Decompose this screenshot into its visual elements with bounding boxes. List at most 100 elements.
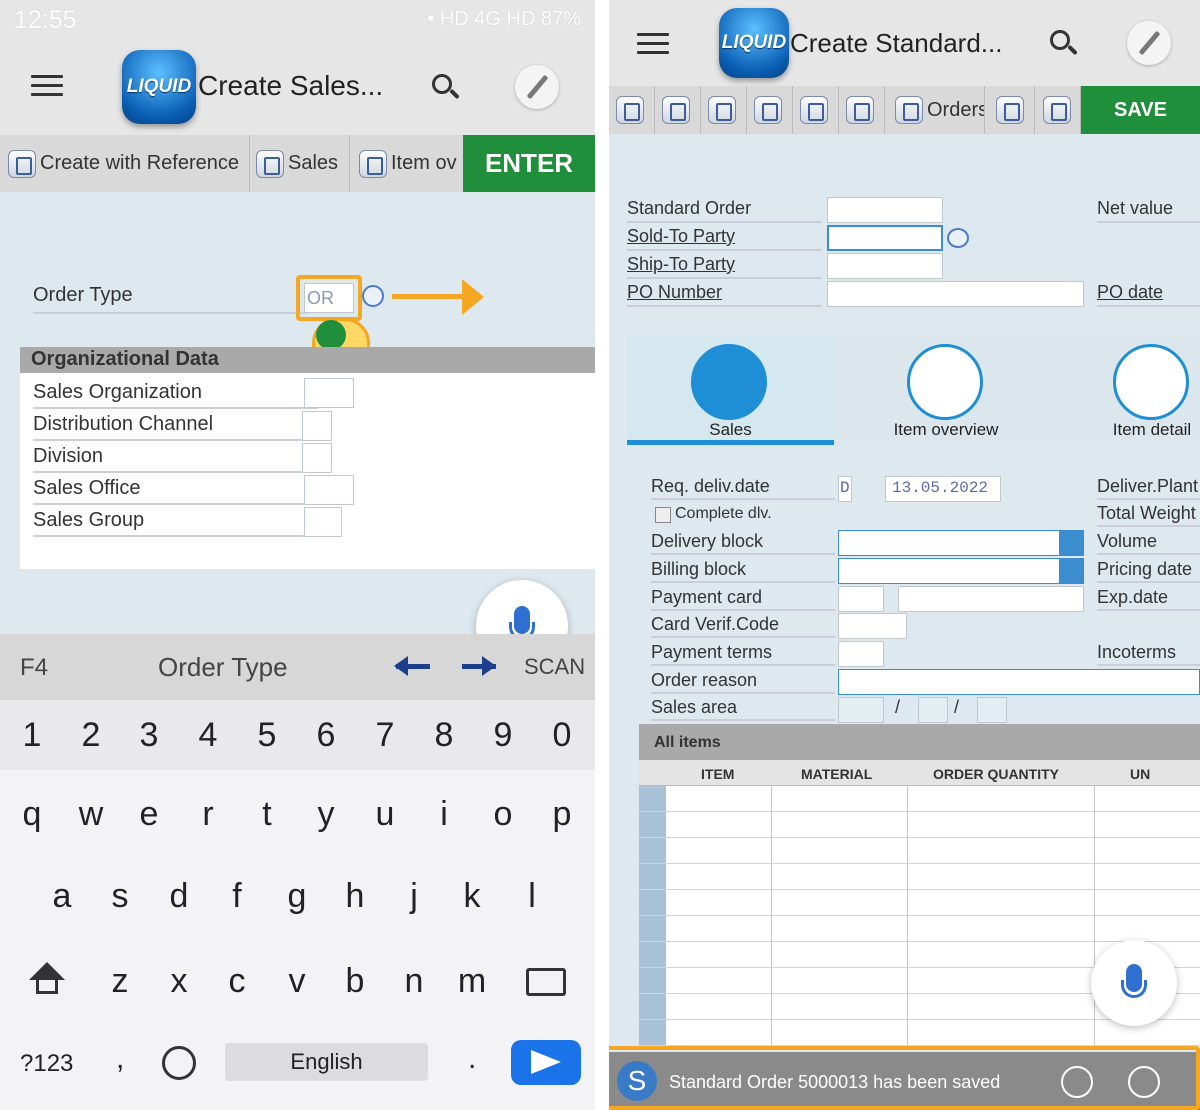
sold-to-party-label[interactable]: Sold-To Party — [627, 226, 822, 251]
key-x[interactable]: x — [154, 962, 204, 1001]
complete-dlv-checkbox[interactable] — [655, 507, 671, 523]
key-1[interactable]: 1 — [7, 716, 57, 755]
toolbar-button-3[interactable] — [701, 86, 747, 134]
division-input[interactable] — [302, 443, 332, 473]
globe-icon[interactable] — [162, 1046, 196, 1080]
key-w[interactable]: w — [66, 795, 116, 834]
key-g[interactable]: g — [272, 877, 322, 916]
send-key[interactable] — [511, 1040, 581, 1085]
distribution-channel-input[interactable] — [302, 411, 332, 441]
req-deliv-date-input[interactable]: 13.05.2022 — [885, 476, 1001, 502]
toolbar-button-5[interactable] — [793, 86, 839, 134]
key-k[interactable]: k — [447, 877, 497, 916]
key-n[interactable]: n — [389, 962, 439, 1001]
menu-icon[interactable] — [31, 75, 63, 97]
key-2[interactable]: 2 — [66, 716, 116, 755]
tab-sales[interactable]: Sales — [627, 336, 834, 446]
order-quantity-column[interactable] — [908, 786, 1095, 1048]
key-3[interactable]: 3 — [124, 716, 174, 755]
po-date-label[interactable]: PO date — [1097, 282, 1200, 307]
shift-icon[interactable] — [28, 962, 66, 1000]
sales-group-input[interactable] — [304, 507, 342, 537]
key-v[interactable]: v — [272, 962, 322, 1001]
microphone-button[interactable] — [1091, 940, 1177, 1026]
symbols-key[interactable]: ?123 — [20, 1050, 73, 1078]
menu-icon[interactable] — [637, 33, 669, 55]
search-icon[interactable] — [432, 74, 460, 100]
key-7[interactable]: 7 — [360, 716, 410, 755]
arrow-right-icon — [462, 279, 484, 315]
key-4[interactable]: 4 — [183, 716, 233, 755]
period-key[interactable]: . — [468, 1042, 476, 1076]
standard-order-input[interactable] — [827, 197, 943, 223]
key-p[interactable]: p — [537, 795, 587, 834]
key-5[interactable]: 5 — [242, 716, 292, 755]
sales-office-input[interactable] — [304, 475, 354, 505]
key-r[interactable]: r — [183, 795, 233, 834]
key-l[interactable]: l — [507, 877, 557, 916]
toolbar-button-settings[interactable] — [1037, 86, 1081, 134]
key-c[interactable]: c — [212, 962, 262, 1001]
sales-organization-input[interactable] — [304, 378, 354, 408]
search-icon[interactable] — [1050, 30, 1078, 56]
key-t[interactable]: t — [242, 795, 292, 834]
toolbar-button-4[interactable] — [747, 86, 793, 134]
key-e[interactable]: e — [124, 795, 174, 834]
key-o[interactable]: o — [478, 795, 528, 834]
delivery-block-select[interactable] — [838, 530, 1084, 556]
po-number-label[interactable]: PO Number — [627, 282, 822, 307]
key-s[interactable]: s — [95, 877, 145, 916]
key-b[interactable]: b — [330, 962, 380, 1001]
billing-block-select[interactable] — [838, 558, 1084, 584]
toolbar-button-1[interactable] — [609, 86, 655, 134]
key-f[interactable]: f — [212, 877, 262, 916]
key-y[interactable]: y — [301, 795, 351, 834]
space-key[interactable]: English — [225, 1043, 428, 1081]
key-a[interactable]: a — [37, 877, 87, 916]
scan-button[interactable]: SCAN — [524, 654, 585, 680]
material-column[interactable] — [772, 786, 908, 1048]
key-6[interactable]: 6 — [301, 716, 351, 755]
f4-button[interactable]: F4 — [20, 654, 48, 682]
create-with-reference-button[interactable]: Create with Reference — [8, 135, 250, 192]
card-verif-code-input[interactable] — [838, 613, 907, 639]
brush-icon[interactable] — [1127, 21, 1171, 65]
tab-item-detail[interactable]: Item detail — [1067, 336, 1200, 446]
key-d[interactable]: d — [154, 877, 204, 916]
item-column[interactable] — [666, 786, 772, 1048]
search-help-icon[interactable] — [362, 285, 384, 307]
payment-card-number-input[interactable] — [898, 586, 1084, 612]
backspace-icon[interactable] — [526, 968, 566, 996]
toolbar-button-6[interactable] — [839, 86, 885, 134]
item-overview-button[interactable]: Item ov — [359, 135, 463, 192]
save-button[interactable]: SAVE — [1081, 86, 1200, 134]
comma-key[interactable]: , — [116, 1042, 124, 1076]
ship-to-party-label[interactable]: Ship-To Party — [627, 254, 822, 279]
key-9[interactable]: 9 — [478, 716, 528, 755]
payment-card-type-input[interactable] — [838, 586, 884, 612]
key-i[interactable]: i — [419, 795, 469, 834]
sold-to-party-input[interactable] — [827, 225, 943, 251]
po-number-input[interactable] — [827, 281, 1084, 307]
sales-button[interactable]: Sales — [256, 135, 350, 192]
payment-terms-input[interactable] — [838, 641, 884, 667]
key-j[interactable]: j — [389, 877, 439, 916]
key-m[interactable]: m — [447, 962, 497, 1001]
search-help-icon[interactable] — [947, 228, 969, 248]
tab-item-overview[interactable]: Item overview — [839, 336, 1053, 446]
ship-to-party-input[interactable] — [827, 253, 943, 279]
orders-button[interactable]: Orders — [889, 86, 985, 134]
key-z[interactable]: z — [95, 962, 145, 1001]
row-selector-column[interactable] — [639, 786, 666, 1048]
key-0[interactable]: 0 — [537, 716, 587, 755]
key-8[interactable]: 8 — [419, 716, 469, 755]
key-h[interactable]: h — [330, 877, 380, 916]
toolbar-button-2[interactable] — [655, 86, 701, 134]
brush-icon[interactable] — [515, 65, 559, 109]
key-q[interactable]: q — [7, 795, 57, 834]
req-deliv-unit-input[interactable]: D — [838, 476, 852, 502]
key-u[interactable]: u — [360, 795, 410, 834]
toolbar-button-sum[interactable] — [989, 86, 1035, 134]
enter-button[interactable]: ENTER — [463, 135, 595, 192]
order-reason-input[interactable] — [838, 669, 1200, 695]
